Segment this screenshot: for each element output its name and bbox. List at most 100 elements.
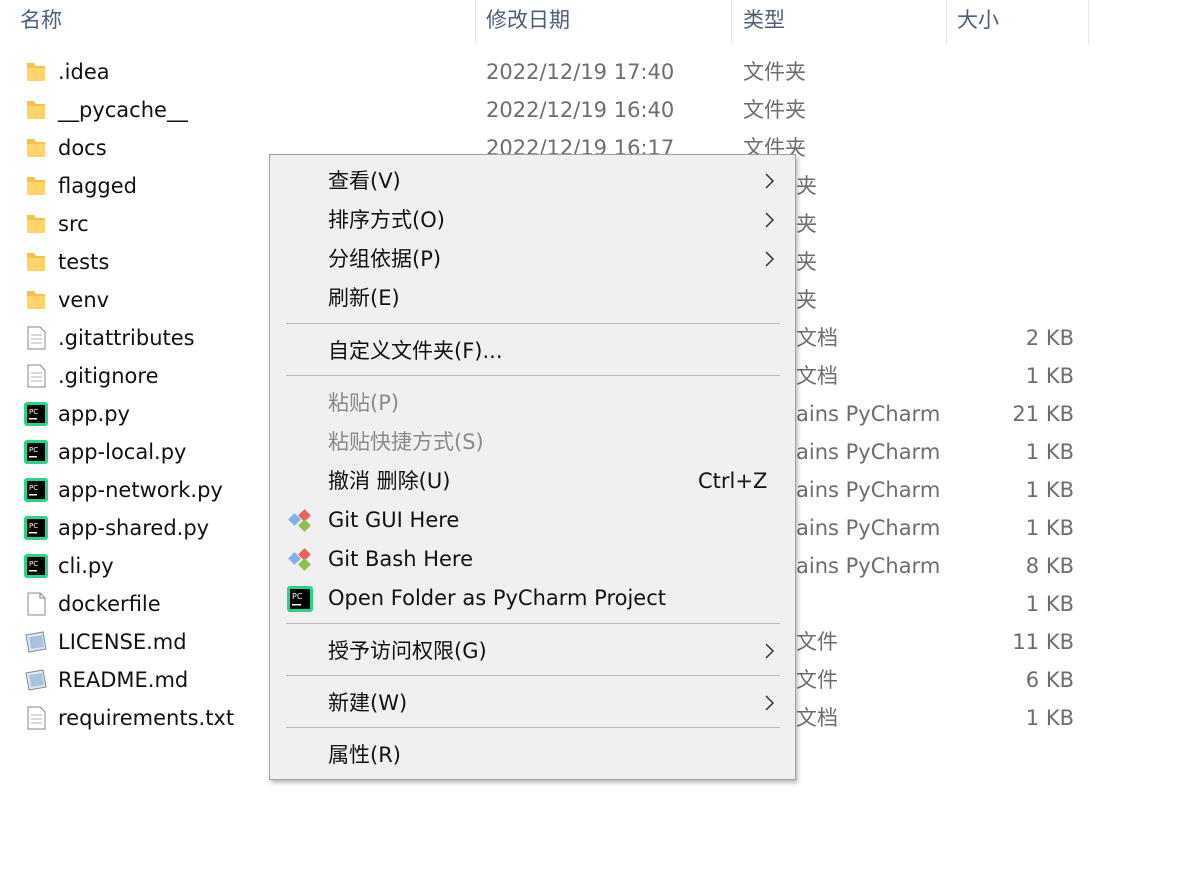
menu-item-paste[interactable]: 粘贴(P) — [270, 384, 795, 422]
file-type: ains PyCharm — [796, 440, 941, 464]
menu-item-customize-folder[interactable]: 自定义文件夹(F)... — [270, 332, 795, 370]
svg-text:PC: PC — [292, 592, 303, 601]
menu-item-properties-label: 属性(R) — [328, 743, 401, 767]
folder-icon — [27, 139, 45, 157]
menu-separator — [286, 623, 780, 624]
file-name: .gitignore — [58, 364, 159, 388]
file-name: LICENSE.md — [58, 630, 187, 654]
menu-item-give-access[interactable]: 授予访问权限(G) — [270, 632, 795, 670]
file-type: 文件夹 — [743, 98, 806, 122]
folder-icon — [27, 291, 45, 309]
column-header-size-label: 大小 — [957, 8, 999, 32]
pycharm-file-icon: PC — [24, 516, 48, 540]
file-type: ains PyCharm — [796, 554, 941, 578]
file-size: 1 KB — [1025, 592, 1074, 616]
menu-item-customize-folder-label: 自定义文件夹(F)... — [328, 339, 503, 363]
menu-separator — [286, 675, 780, 676]
file-size: 6 KB — [1025, 668, 1074, 692]
file-name: app-shared.py — [58, 516, 210, 540]
menu-item-paste-shortcut[interactable]: 粘贴快捷方式(S) — [270, 423, 795, 461]
file-type: 文件 — [796, 668, 838, 692]
file-date: 2022/12/19 16:40 — [486, 98, 675, 122]
file-name: tests — [58, 250, 110, 274]
column-header-name-label: 名称 — [20, 8, 62, 32]
menu-separator — [286, 323, 780, 324]
blank-file-icon — [27, 592, 46, 616]
file-name: __pycache__ — [58, 98, 188, 122]
menu-separator — [286, 375, 780, 376]
pycharm-icon: PC — [287, 586, 313, 612]
menu-item-open-pycharm-label: Open Folder as PyCharm Project — [328, 586, 666, 610]
chevron-right-icon — [765, 251, 775, 267]
menu-item-sort-by[interactable]: 排序方式(O) — [270, 201, 795, 239]
menu-item-refresh[interactable]: 刷新(E) — [270, 279, 795, 317]
column-header-bar: 名称 ^ 修改日期 类型 大小 — [0, 0, 1192, 44]
menu-item-paste-label: 粘贴(P) — [328, 391, 400, 415]
menu-item-git-bash[interactable]: Git Bash Here — [270, 540, 795, 578]
folder-icon — [27, 177, 45, 195]
menu-item-undo-delete[interactable]: 撤消 删除(U) Ctrl+Z — [270, 462, 795, 500]
file-name: .idea — [58, 60, 110, 84]
pycharm-file-icon: PC — [24, 554, 48, 578]
file-row[interactable]: .idea 2022/12/19 17:40 文件夹 — [0, 53, 1192, 91]
file-name: src — [58, 212, 89, 236]
pycharm-file-icon: PC — [24, 402, 48, 426]
column-header-name[interactable]: 名称 — [14, 0, 476, 44]
text-file-icon — [27, 326, 46, 350]
chevron-right-icon — [765, 643, 775, 659]
pycharm-file-icon: PC — [24, 440, 48, 464]
file-row[interactable]: __pycache__ 2022/12/19 16:40 文件夹 — [0, 91, 1192, 129]
column-header-size[interactable]: 大小 — [951, 0, 1089, 44]
pycharm-file-icon: PC — [24, 478, 48, 502]
column-header-type[interactable]: 类型 — [737, 0, 947, 44]
menu-item-group-by[interactable]: 分组依据(P) — [270, 240, 795, 278]
context-menu: 查看(V) 排序方式(O) 分组依据(P) 刷新(E) 自定义文件夹(F)...… — [269, 154, 796, 780]
menu-item-new[interactable]: 新建(W) — [270, 684, 795, 722]
file-name: docs — [58, 136, 107, 160]
file-size: 2 KB — [1025, 326, 1074, 350]
folder-icon — [27, 63, 45, 81]
file-name: README.md — [58, 668, 189, 692]
file-size: 11 KB — [1012, 630, 1074, 654]
menu-item-refresh-label: 刷新(E) — [328, 286, 400, 310]
folder-icon — [27, 101, 45, 119]
file-size: 8 KB — [1025, 554, 1074, 578]
file-name: app.py — [58, 402, 130, 426]
markdown-file-icon — [25, 631, 47, 653]
file-type: 夹 — [796, 174, 817, 198]
menu-item-properties[interactable]: 属性(R) — [270, 736, 795, 774]
menu-item-view[interactable]: 查看(V) — [270, 162, 795, 200]
git-bash-icon — [288, 548, 311, 571]
file-name: .gitattributes — [58, 326, 195, 350]
column-header-date[interactable]: 修改日期 — [480, 0, 732, 44]
folder-icon — [27, 253, 45, 271]
file-type: 文件夹 — [743, 60, 806, 84]
menu-item-group-by-label: 分组依据(P) — [328, 247, 442, 271]
chevron-right-icon — [765, 695, 775, 711]
file-size: 1 KB — [1025, 516, 1074, 540]
menu-item-view-label: 查看(V) — [328, 169, 401, 193]
menu-item-git-gui-label: Git GUI Here — [328, 508, 460, 532]
file-type: 夹 — [796, 288, 817, 312]
file-type: 夹 — [796, 250, 817, 274]
menu-item-paste-shortcut-label: 粘贴快捷方式(S) — [328, 430, 484, 454]
file-type: 文档 — [796, 364, 838, 388]
markdown-file-icon — [25, 669, 47, 691]
menu-item-git-bash-label: Git Bash Here — [328, 547, 474, 571]
file-type: 文档 — [796, 706, 838, 730]
chevron-right-icon — [765, 173, 775, 189]
menu-separator — [286, 727, 780, 728]
svg-text:PC: PC — [29, 484, 38, 492]
file-size: 1 KB — [1025, 364, 1074, 388]
file-date: 2022/12/19 17:40 — [486, 60, 675, 84]
folder-icon — [27, 215, 45, 233]
file-type: 夹 — [796, 212, 817, 236]
file-type: ains PyCharm — [796, 516, 941, 540]
file-size: 21 KB — [1012, 402, 1074, 426]
file-type: ains PyCharm — [796, 478, 941, 502]
menu-item-git-gui[interactable]: Git GUI Here — [270, 501, 795, 539]
menu-item-open-pycharm[interactable]: PC Open Folder as PyCharm Project — [270, 579, 795, 617]
menu-item-undo-delete-label: 撤消 删除(U) — [328, 469, 451, 493]
svg-text:PC: PC — [29, 446, 38, 454]
text-file-icon — [27, 706, 46, 730]
